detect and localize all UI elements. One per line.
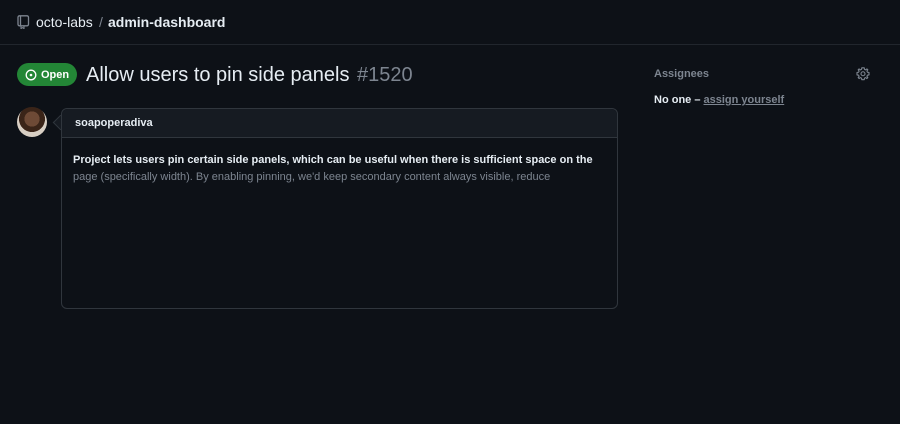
avatar[interactable] — [17, 107, 47, 137]
status-label: Open — [40, 68, 70, 81]
issue-page: octo-labs / admin-dashboard Open Allow u… — [0, 0, 900, 424]
no-assignee-text: No one – — [654, 94, 701, 106]
issue-title: Allow users to pin side panels #1520 — [86, 63, 413, 87]
breadcrumb-repo-link[interactable]: admin-dashboard — [108, 13, 225, 31]
status-badge: Open — [17, 63, 77, 86]
comment-body-line: Project lets users pin certain side pane… — [73, 154, 593, 166]
assign-yourself-link[interactable]: assign yourself — [704, 94, 785, 106]
breadcrumb-owner-link[interactable]: octo-labs — [36, 13, 93, 31]
repo-icon — [17, 15, 30, 29]
comment-body: Project lets users pin certain side pane… — [62, 138, 617, 186]
breadcrumb-separator: / — [99, 14, 103, 30]
issue-title-text: Allow users to pin side panels — [86, 64, 350, 86]
assignees-heading: Assignees — [654, 68, 710, 80]
comment-box: soapoperadiva Project lets users pin cer… — [61, 108, 618, 309]
comment-body-line: page (specifically width). By enabling p… — [73, 171, 551, 183]
gear-icon[interactable] — [856, 67, 870, 81]
top-header: octo-labs / admin-dashboard — [0, 0, 900, 45]
assignees-value: No one – assign yourself — [654, 94, 784, 106]
comment-header: soapoperadiva — [62, 109, 617, 138]
issue-number: #1520 — [357, 64, 413, 86]
comment-author-link[interactable]: soapoperadiva — [75, 117, 153, 129]
issue-opened-icon — [25, 69, 37, 80]
